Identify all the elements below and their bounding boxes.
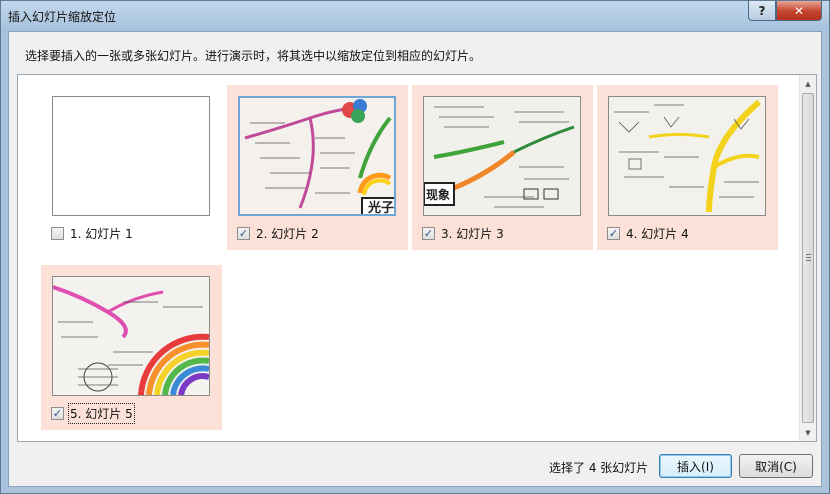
slide-tile-2[interactable]: 光子 ✓ 2. 幻灯片 2	[227, 85, 408, 250]
slide-thumb-text-3: 现象	[426, 188, 451, 202]
cancel-button[interactable]: 取消(C)	[739, 454, 813, 478]
slide-thumbnail-2[interactable]: 光子	[238, 96, 396, 216]
vertical-scrollbar[interactable]: ▲ ▼	[799, 75, 816, 441]
slide-label-2: 2. 幻灯片 2	[256, 226, 319, 241]
slide-label-1: 1. 幻灯片 1	[70, 226, 133, 241]
slide-checkbox-row-5[interactable]: ✓ 5. 幻灯片 5	[51, 402, 135, 424]
scroll-grip-icon	[806, 254, 811, 261]
slide-list[interactable]: 1. 幻灯片 1 光子 ✓ 2. 幻灯片 2 现象 ✓ 3. 幻灯片 3 ✓ 4…	[17, 74, 817, 442]
slide-checkbox-5[interactable]: ✓	[51, 406, 64, 420]
window-title: 插入幻灯片缩放定位	[8, 10, 117, 24]
slide-thumb-text-2: 光子	[368, 201, 395, 216]
slide-tile-5[interactable]: ✓ 5. 幻灯片 5	[41, 265, 222, 430]
scroll-thumb[interactable]	[802, 93, 814, 423]
slide-checkbox-row-1[interactable]: 1. 幻灯片 1	[51, 225, 133, 241]
slide-checkbox-row-2[interactable]: ✓ 2. 幻灯片 2	[237, 225, 319, 241]
slide-label-3: 3. 幻灯片 3	[441, 226, 504, 241]
scroll-down-icon: ▼	[805, 428, 811, 437]
help-button[interactable]: ?	[748, 1, 776, 21]
help-icon: ?	[758, 3, 766, 18]
close-button[interactable]: ✕	[776, 1, 822, 21]
slide-thumbnail-3[interactable]: 现象	[423, 96, 581, 216]
slide-tile-3[interactable]: 现象 ✓ 3. 幻灯片 3	[412, 85, 593, 250]
mindmap-drawing-5	[53, 277, 209, 395]
slide-checkbox-2[interactable]: ✓	[237, 226, 250, 240]
slide-thumbnail-1[interactable]	[52, 96, 210, 216]
dialog-client: 选择要插入的一张或多张幻灯片。进行演示时，将其选中以缩放定位到相应的幻灯片。 1…	[8, 31, 822, 487]
slide-thumbnail-4[interactable]	[608, 96, 766, 216]
title-bar[interactable]: 插入幻灯片缩放定位 ? ✕	[1, 1, 829, 31]
slide-label-5: 5. 幻灯片 5	[68, 402, 135, 424]
slide-checkbox-1[interactable]	[51, 226, 64, 240]
slide-checkbox-row-4[interactable]: ✓ 4. 幻灯片 4	[607, 225, 689, 241]
dialog-window: 插入幻灯片缩放定位 ? ✕ 选择要插入的一张或多张幻灯片。进行演示时，将其选中以…	[0, 0, 830, 494]
mindmap-drawing-4	[609, 97, 765, 215]
insert-button[interactable]: 插入(I)	[659, 454, 732, 478]
close-icon: ✕	[793, 3, 805, 18]
slide-checkbox-3[interactable]: ✓	[422, 226, 435, 240]
slide-checkbox-row-3[interactable]: ✓ 3. 幻灯片 3	[422, 225, 504, 241]
instruction-text: 选择要插入的一张或多张幻灯片。进行演示时，将其选中以缩放定位到相应的幻灯片。	[25, 49, 482, 63]
selection-status: 选择了 4 张幻灯片	[549, 461, 649, 475]
scroll-up-icon: ▲	[805, 79, 811, 88]
scroll-up-button[interactable]: ▲	[800, 75, 816, 92]
slide-tile-4[interactable]: ✓ 4. 幻灯片 4	[597, 85, 778, 250]
slide-thumbnail-5[interactable]	[52, 276, 210, 396]
scroll-down-button[interactable]: ▼	[800, 424, 816, 441]
slide-checkbox-4[interactable]: ✓	[607, 226, 620, 240]
slide-tile-1[interactable]: 1. 幻灯片 1	[41, 85, 222, 250]
slide-label-4: 4. 幻灯片 4	[626, 226, 689, 241]
